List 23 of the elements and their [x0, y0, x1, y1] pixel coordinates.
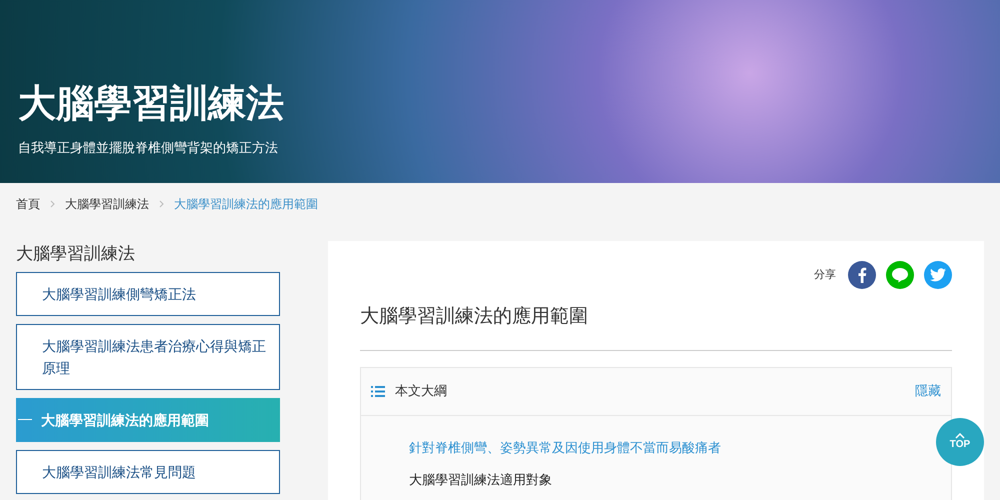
breadcrumb-link[interactable]: 首頁 — [16, 195, 40, 213]
chat-bubble-button[interactable] — [886, 261, 914, 289]
chevron-icon — [50, 200, 55, 208]
hero-subtitle: 自我導正身體並擺脫脊椎側彎背架的矯正方法 — [18, 139, 278, 157]
dash-icon — [18, 419, 32, 420]
sidebar-title: 大腦學習訓練法 — [16, 243, 135, 265]
hero-title: 大腦學習訓練法 — [18, 82, 284, 127]
chevron-icon — [159, 200, 164, 208]
sidebar-item[interactable]: 大腦學習訓練側彎矯正法 — [16, 272, 280, 316]
caret-icon — [955, 433, 965, 439]
sidebar-item[interactable]: 大腦學習訓練法患者治療心得與矯正原理 — [16, 324, 280, 390]
breadcrumb-link[interactable]: 大腦學習訓練法 — [65, 195, 149, 213]
facebook-icon — [857, 267, 867, 283]
sidebar-item[interactable]: 大腦學習訓練法常見問題 — [16, 450, 280, 494]
outline-title: 本文大綱 — [395, 382, 447, 400]
chat-bubble-icon — [891, 267, 909, 283]
outline-link[interactable]: 大腦學習訓練法適用對象 — [409, 470, 552, 490]
article-title: 大腦學習訓練法的應用範圍 — [360, 305, 588, 329]
bird-button[interactable] — [924, 261, 952, 289]
list-icon — [371, 386, 385, 396]
facebook-button[interactable] — [848, 261, 876, 289]
bird-icon — [930, 268, 946, 282]
share-label: 分享 — [814, 268, 836, 283]
